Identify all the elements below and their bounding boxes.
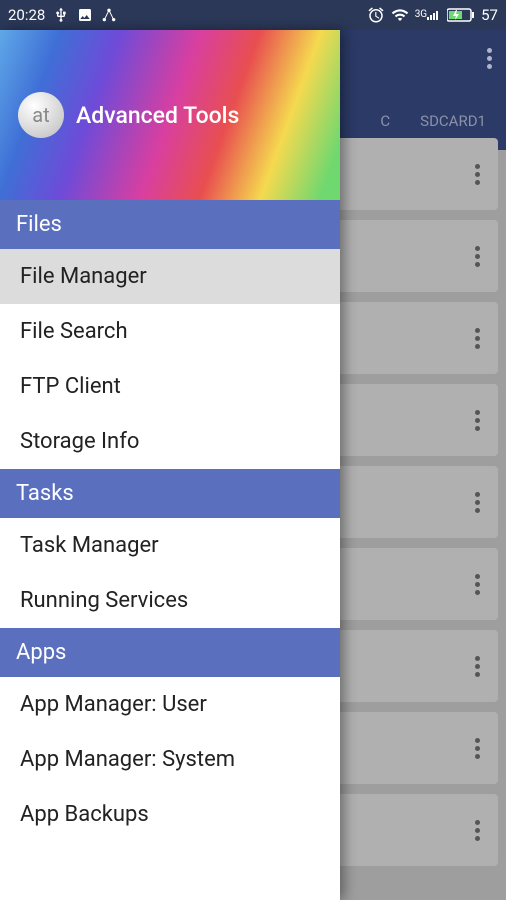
section-header-files: Files xyxy=(0,200,340,249)
menu-item-storage-info[interactable]: Storage Info xyxy=(0,414,340,469)
menu-item-app-backups[interactable]: App Backups xyxy=(0,787,340,842)
item-menu-icon[interactable] xyxy=(475,656,480,677)
battery-level: 57 xyxy=(481,6,498,24)
drawer-sections: FilesFile ManagerFile SearchFTP ClientSt… xyxy=(0,200,340,842)
network-icon: 3G xyxy=(415,10,441,20)
menu-item-file-search[interactable]: File Search xyxy=(0,304,340,359)
section-header-tasks: Tasks xyxy=(0,469,340,518)
menu-item-file-manager[interactable]: File Manager xyxy=(0,249,340,304)
menu-item-app-manager-system[interactable]: App Manager: System xyxy=(0,732,340,787)
share-icon xyxy=(101,7,117,23)
item-menu-icon[interactable] xyxy=(475,820,480,841)
menu-item-running-services[interactable]: Running Services xyxy=(0,573,340,628)
item-menu-icon[interactable] xyxy=(475,738,480,759)
menu-item-task-manager[interactable]: Task Manager xyxy=(0,518,340,573)
alarm-icon xyxy=(367,6,385,24)
menu-item-ftp-client[interactable]: FTP Client xyxy=(0,359,340,414)
status-left: 20:28 xyxy=(8,6,117,24)
app-logo-icon: at xyxy=(18,92,64,138)
item-menu-icon[interactable] xyxy=(475,246,480,267)
drawer-header: at Advanced Tools xyxy=(0,30,340,200)
status-time: 20:28 xyxy=(8,6,45,24)
item-menu-icon[interactable] xyxy=(475,328,480,349)
status-bar: 20:28 3G 57 xyxy=(0,0,506,30)
item-menu-icon[interactable] xyxy=(475,164,480,185)
tab-sdcard1[interactable]: SDCARD1 xyxy=(420,112,486,130)
item-menu-icon[interactable] xyxy=(475,574,480,595)
image-icon xyxy=(77,7,93,23)
navigation-drawer: at Advanced Tools FilesFile ManagerFile … xyxy=(0,30,340,900)
battery-icon xyxy=(447,8,475,22)
menu-item-app-manager-user[interactable]: App Manager: User xyxy=(0,677,340,732)
item-menu-icon[interactable] xyxy=(475,492,480,513)
usb-icon xyxy=(53,7,69,23)
section-header-apps: Apps xyxy=(0,628,340,677)
wifi-icon xyxy=(391,6,409,24)
tab-c[interactable]: C xyxy=(380,112,390,130)
item-menu-icon[interactable] xyxy=(475,410,480,431)
overflow-menu-icon[interactable] xyxy=(487,48,492,69)
app-title: Advanced Tools xyxy=(76,102,239,129)
status-right: 3G 57 xyxy=(367,6,498,24)
